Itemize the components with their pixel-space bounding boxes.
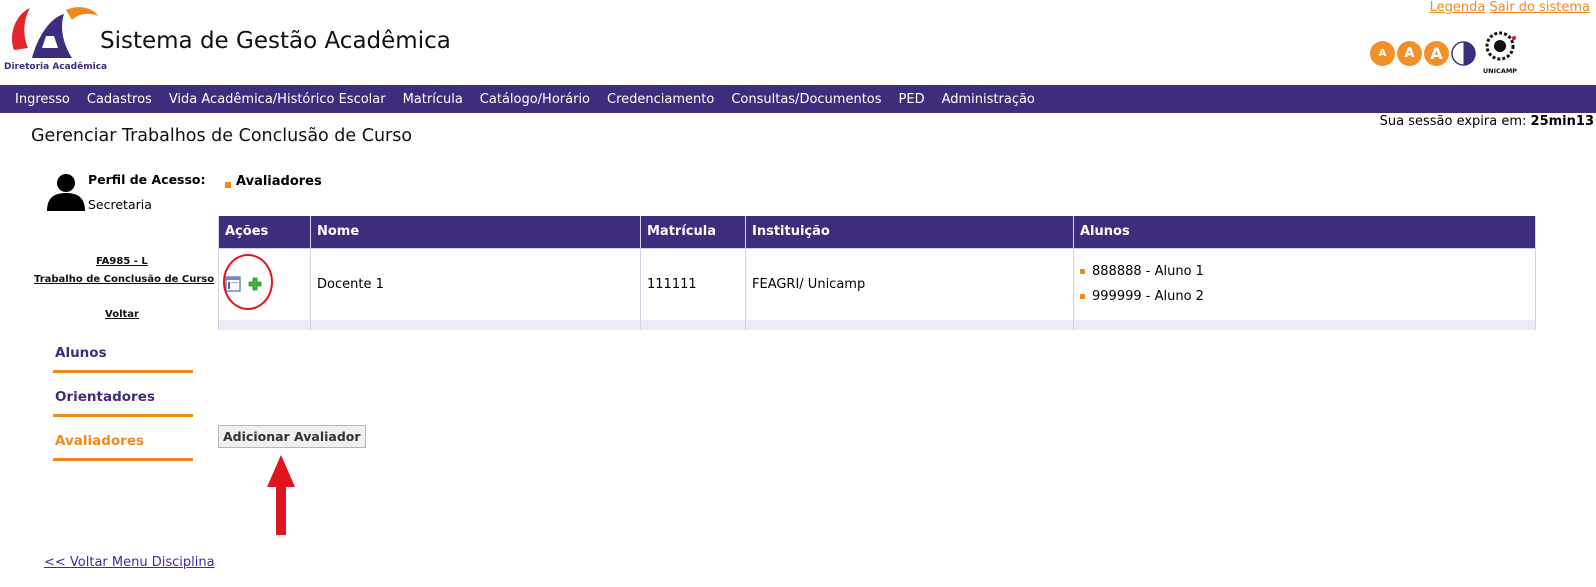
course-code-link[interactable]: FA985 - L [96, 256, 148, 267]
side-tab-avaliadores[interactable]: Avaliadores [53, 433, 193, 461]
top-links: Legenda Sair do sistema [1430, 0, 1590, 15]
accessibility-tools: A A A [1370, 40, 1476, 66]
list-item: 888888 - Aluno 1 [1080, 264, 1529, 279]
legend-link[interactable]: Legenda [1430, 0, 1486, 15]
nav-ped[interactable]: PED [899, 92, 925, 107]
bullet-icon [1080, 294, 1085, 300]
list-item: 999999 - Aluno 2 [1080, 289, 1529, 304]
svg-text:UNICAMP: UNICAMP [1483, 67, 1517, 75]
session-time: 25min13 [1530, 114, 1594, 129]
app-title: Sistema de Gestão Acadêmica [100, 28, 451, 54]
side-tab-orientadores[interactable]: Orientadores [53, 389, 193, 417]
section-bullet-icon [225, 182, 231, 188]
section-title: Avaliadores [236, 174, 322, 189]
nav-consultas-documentos[interactable]: Consultas/Documentos [731, 92, 881, 107]
side-tab-alunos[interactable]: Alunos [53, 345, 193, 373]
nav-vida-academica[interactable]: Vida Acadêmica/Histórico Escolar [169, 92, 386, 107]
table-header-row: Ações Nome Matrícula Instituição Alunos [218, 216, 1536, 248]
logo-caption: Diretoria Acadêmica [4, 62, 108, 72]
font-medium-button[interactable]: A [1397, 40, 1422, 66]
session-timer: Sua sessão expira em: 25min13 [1380, 114, 1594, 129]
cell-alunos: 888888 - Aluno 1 999999 - Aluno 2 [1073, 247, 1536, 320]
header-acoes: Ações [218, 216, 311, 248]
nav-cadastros[interactable]: Cadastros [87, 92, 152, 107]
header-instituicao: Instituição [745, 216, 1074, 248]
header-nome: Nome [310, 216, 641, 248]
add-avaliador-button[interactable]: Adicionar Avaliador [218, 425, 366, 448]
cell-nome: Docente 1 [310, 247, 641, 320]
nav-ingresso[interactable]: Ingresso [15, 92, 70, 107]
cell-matricula: 111111 [640, 247, 746, 320]
unicamp-logo: UNICAMP [1483, 31, 1517, 75]
nav-administracao[interactable]: Administração [942, 92, 1035, 107]
aluno-label: 999999 - Aluno 2 [1092, 289, 1204, 305]
table-row: Docente 1 111111 FEAGRI/ Unicamp 888888 … [218, 247, 1536, 320]
contrast-toggle-icon[interactable] [1451, 40, 1476, 66]
session-label: Sua sessão expira em: [1379, 114, 1527, 129]
nav-catalogo-horario[interactable]: Catálogo/Horário [480, 92, 590, 107]
nav-credenciamento[interactable]: Credenciamento [607, 92, 714, 107]
header-alunos: Alunos [1073, 216, 1536, 248]
font-large-button[interactable]: A [1424, 40, 1449, 66]
table-spacer-row [218, 320, 1536, 330]
back-to-discipline-menu-link[interactable]: << Voltar Menu Disciplina [44, 555, 215, 570]
annotation-highlight-circle [223, 254, 273, 310]
cell-instituicao: FEAGRI/ Unicamp [745, 247, 1074, 320]
aluno-label: 888888 - Aluno 1 [1092, 264, 1204, 280]
course-name-link[interactable]: Trabalho de Conclusão de Curso [34, 274, 214, 285]
nav-matricula[interactable]: Matrícula [403, 92, 463, 107]
page-title: Gerenciar Trabalhos de Conclusão de Curs… [31, 126, 413, 146]
profile-value: Secretaria [88, 197, 152, 212]
user-profile-icon [47, 174, 85, 211]
header-matricula: Matrícula [640, 216, 746, 248]
logout-link[interactable]: Sair do sistema [1489, 0, 1590, 15]
font-small-button[interactable]: A [1370, 40, 1395, 66]
avaliadores-table: Ações Nome Matrícula Instituição Alunos [218, 216, 1536, 330]
main-navbar: Ingresso Cadastros Vida Acadêmica/Histór… [0, 85, 1596, 113]
annotation-arrow-icon [267, 455, 295, 535]
back-link[interactable]: Voltar [105, 309, 139, 320]
profile-label: Perfil de Acesso: [88, 172, 206, 187]
bullet-icon [1080, 269, 1085, 275]
